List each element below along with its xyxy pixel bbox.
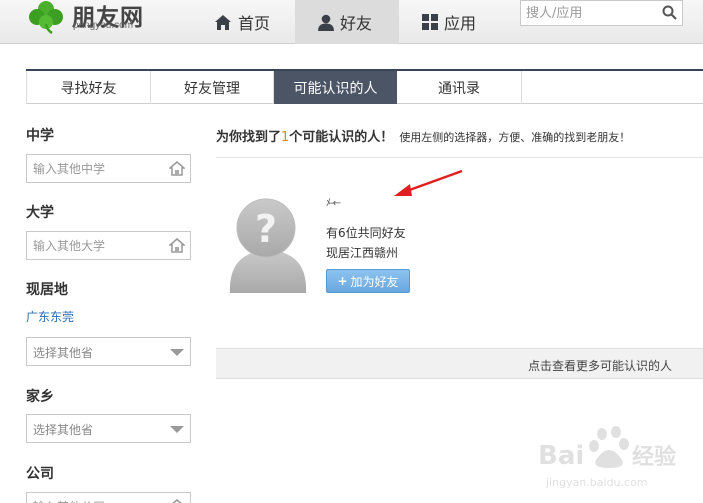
- svg-text:经验: 经验: [632, 444, 676, 470]
- headline-prefix: 为你找到了: [216, 130, 282, 145]
- home-icon: [215, 14, 231, 30]
- company-heading: 公司: [26, 466, 54, 482]
- mutual-friends-count[interactable]: 有6位共同好友: [326, 224, 406, 241]
- tab-find-friends[interactable]: 寻找好友: [26, 71, 151, 104]
- svg-text:Bai: Bai: [538, 441, 584, 471]
- company-field: [26, 492, 191, 503]
- top-bar: 朋友网 pengyou.com 首页 好友 应用: [0, 0, 703, 44]
- svg-text:jingyan.baidu.com: jingyan.baidu.com: [545, 476, 648, 489]
- divider: [216, 157, 703, 158]
- baidu-watermark-logo: Bai 经验 jingyan.baidu.com: [538, 426, 676, 489]
- hometown-select-label: 选择其他省: [33, 423, 94, 437]
- search-box: [520, 0, 683, 26]
- tab-people-you-may-know[interactable]: 可能认识的人: [274, 71, 397, 104]
- svg-text:?: ?: [255, 207, 277, 251]
- school-building-icon[interactable]: [169, 161, 185, 176]
- middle-school-input[interactable]: [27, 155, 162, 182]
- dropdown-arrow-icon: [170, 426, 184, 433]
- nav-home[interactable]: 首页: [214, 0, 270, 44]
- tab-manage-friends[interactable]: 好友管理: [151, 71, 274, 104]
- nav-friends-label: 好友: [339, 14, 372, 33]
- nav-apps-label: 应用: [444, 14, 477, 33]
- middle-school-heading: 中学: [26, 128, 54, 144]
- university-heading: 大学: [26, 205, 54, 221]
- add-friend-button[interactable]: + 加为好友: [326, 269, 410, 293]
- dropdown-arrow-icon: [170, 349, 184, 356]
- nav-apps[interactable]: 应用: [422, 0, 476, 44]
- person-name[interactable]: ﾒ-←: [326, 194, 341, 209]
- person-icon: [317, 14, 334, 31]
- red-arrow-annotation-icon: [394, 169, 463, 196]
- person-location: 现居江西赣州: [326, 246, 399, 260]
- school-building-icon[interactable]: [169, 499, 185, 503]
- company-input[interactable]: [27, 493, 162, 503]
- search-icon[interactable]: [662, 5, 677, 20]
- results-headline: 为你找到了1个可能认识的人！ 使用左侧的选择器，方便、准确的找到老朋友！: [216, 126, 630, 145]
- logo[interactable]: 朋友网 pengyou.com: [26, 0, 156, 36]
- add-friend-label: 加为好友: [350, 274, 399, 289]
- more-people-bar[interactable]: 点击查看更多可能认识的人: [216, 348, 703, 379]
- more-people-link[interactable]: 点击查看更多可能认识的人: [528, 357, 672, 374]
- plus-icon: +: [337, 274, 348, 288]
- residence-province-select[interactable]: 选择其他省: [26, 337, 191, 366]
- university-input[interactable]: [27, 232, 162, 259]
- logo-subtext: pengyou.com: [73, 20, 134, 31]
- university-field: [26, 231, 191, 260]
- tab-contacts[interactable]: 通讯录: [397, 71, 522, 104]
- headline-suffix: 个可能认识的人！: [289, 130, 394, 145]
- apps-grid-icon: [422, 14, 438, 30]
- hometown-heading: 家乡: [26, 389, 54, 405]
- middle-school-field: [26, 154, 191, 183]
- hometown-province-select[interactable]: 选择其他省: [26, 414, 191, 443]
- nav-friends[interactable]: 好友: [295, 0, 399, 44]
- nav-home-label: 首页: [238, 14, 271, 33]
- headline-hint: 使用左侧的选择器，方便、准确的找到老朋友！: [399, 131, 631, 144]
- current-residence-link[interactable]: 广东东莞: [26, 308, 74, 325]
- residence-select-label: 选择其他省: [33, 346, 94, 360]
- default-avatar-icon[interactable]: ?: [228, 190, 308, 293]
- school-building-icon[interactable]: [169, 238, 185, 253]
- search-input[interactable]: [521, 1, 656, 25]
- clover-logo-icon: [29, 1, 63, 34]
- friend-tabs: 寻找好友 好友管理 可能认识的人 通讯录: [26, 69, 703, 104]
- residence-heading: 现居地: [26, 282, 68, 298]
